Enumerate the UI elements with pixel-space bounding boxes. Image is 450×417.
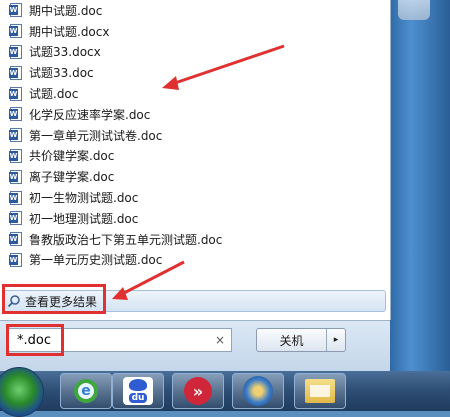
annotation-arrows bbox=[112, 44, 285, 300]
